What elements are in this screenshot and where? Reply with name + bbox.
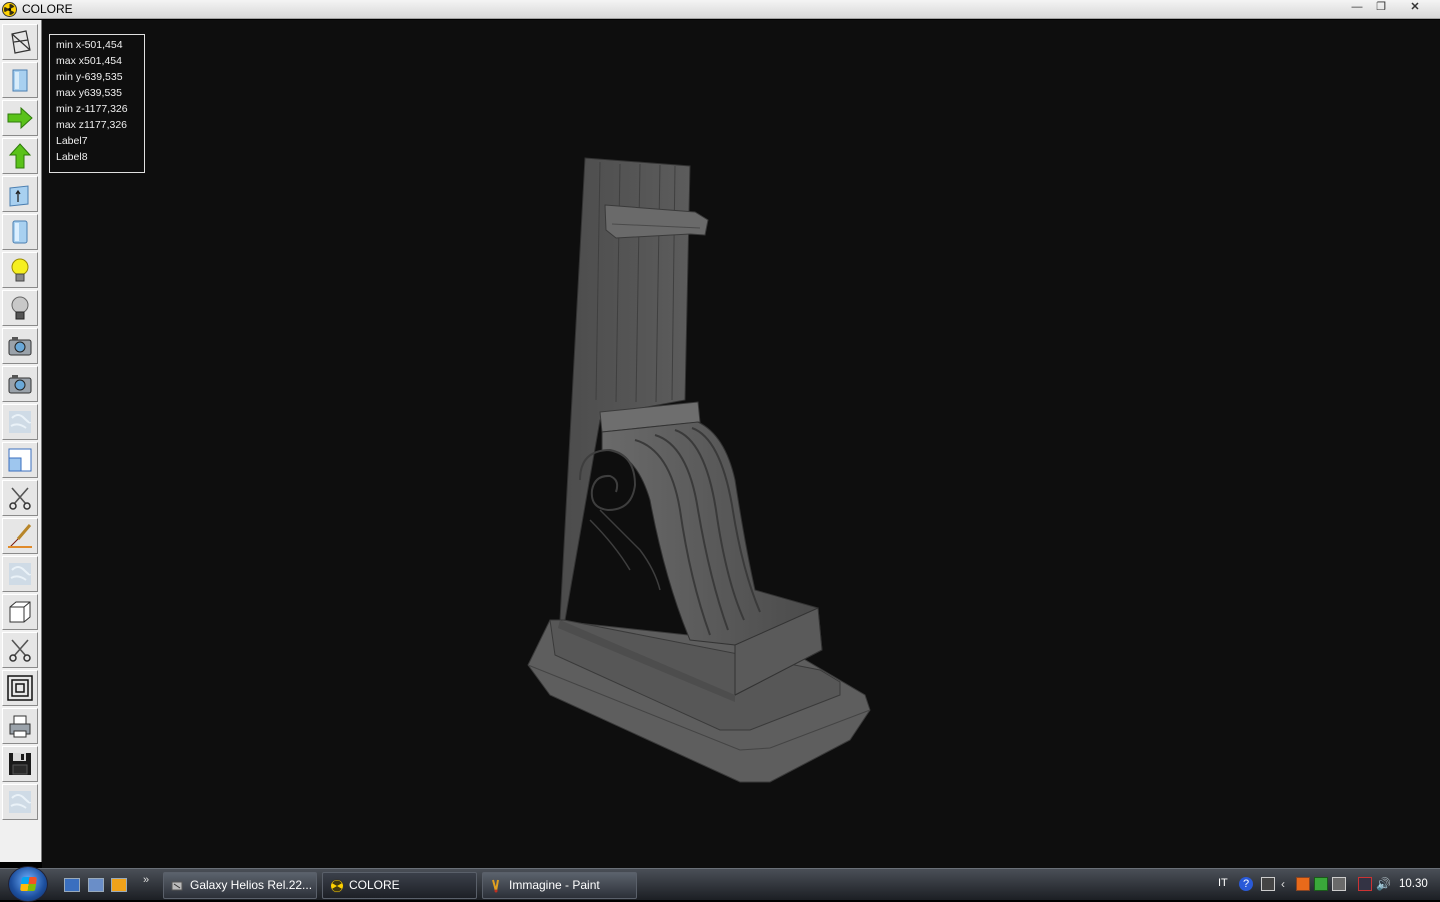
- camera-icon: [8, 375, 32, 394]
- clock[interactable]: 10.30: [1399, 878, 1428, 890]
- volume-icon[interactable]: 🔊: [1376, 877, 1391, 891]
- texture-icon: [9, 411, 31, 433]
- network-icon[interactable]: [1261, 877, 1275, 891]
- extrude-button[interactable]: [2, 176, 38, 212]
- lightbulb-off-icon: [11, 296, 29, 320]
- language-indicator[interactable]: IT: [1218, 877, 1228, 889]
- max-x-label: max x501,454: [56, 55, 122, 67]
- wireframe-icon: [11, 30, 31, 54]
- taskbar-item-label: Immagine - Paint: [509, 878, 600, 892]
- max-z-label: max z1177,326: [56, 119, 128, 131]
- start-button[interactable]: [8, 866, 48, 902]
- move-up-button[interactable]: [2, 138, 38, 174]
- texture-icon: [9, 563, 31, 585]
- bounds-info-box: min x-501,454 max x501,454 min y-639,535…: [49, 34, 145, 173]
- move-right-button[interactable]: [2, 100, 38, 136]
- quicklaunch-more-chevron[interactable]: »: [143, 874, 149, 886]
- texture-button[interactable]: [2, 404, 38, 440]
- label7: Label7: [56, 135, 88, 147]
- lightbulb-on-icon: [11, 258, 29, 282]
- max-y-label: max y639,535: [56, 87, 122, 99]
- security-tray-icon[interactable]: [1314, 877, 1328, 891]
- taskbar-item-label: Galaxy Helios Rel.22...: [190, 878, 313, 892]
- viewport-icon: [8, 448, 32, 472]
- floppy-disk-icon: [9, 753, 31, 775]
- switch-windows-icon[interactable]: [88, 878, 104, 892]
- system-tray: IT ? ‹ 🔊 10.30: [1212, 869, 1440, 901]
- paint-brush-button[interactable]: [2, 518, 38, 554]
- cube-button[interactable]: [2, 594, 38, 630]
- solid-box-button[interactable]: [2, 214, 38, 250]
- arrow-right-icon: [7, 106, 33, 130]
- media-player-icon[interactable]: [111, 878, 127, 892]
- min-x-label: min x-501,454: [56, 39, 123, 51]
- light-off-button[interactable]: [2, 290, 38, 326]
- window-title: COLORE: [22, 2, 73, 16]
- nested-frames-icon: [7, 675, 33, 701]
- texture-icon: [9, 791, 31, 813]
- printer-icon: [9, 715, 31, 738]
- camera-button[interactable]: [2, 328, 38, 364]
- scissors-icon: [9, 639, 31, 662]
- minimize-button[interactable]: —: [1346, 1, 1368, 15]
- solid-view-button[interactable]: [2, 62, 38, 98]
- arrow-up-icon: [8, 143, 32, 169]
- min-z-label: min z-1177,326: [56, 103, 128, 115]
- taskbar-item-label: COLORE: [349, 878, 400, 892]
- taskbar: » Galaxy Helios Rel.22... COLORE Immagin…: [0, 866, 1440, 902]
- wireframe-view-button[interactable]: [2, 24, 38, 60]
- left-toolbar: [0, 20, 42, 862]
- save-button[interactable]: [2, 746, 38, 782]
- radiation-icon: [330, 879, 344, 893]
- camera-icon: [8, 337, 32, 356]
- taskbar-item-colore[interactable]: COLORE: [322, 872, 477, 899]
- title-bar: COLORE — ❐ ✕: [0, 0, 1440, 19]
- scissors-icon: [9, 487, 31, 510]
- chevron-left-icon[interactable]: ‹: [1281, 877, 1295, 891]
- close-button[interactable]: ✕: [1404, 1, 1426, 15]
- taskbar-item-galaxy-helios[interactable]: Galaxy Helios Rel.22...: [163, 872, 317, 899]
- taskbar-item-paint[interactable]: Immagine - Paint: [482, 872, 637, 899]
- extrude-box-icon: [9, 185, 29, 207]
- solid-box-icon: [12, 69, 28, 92]
- shield-icon[interactable]: [1332, 877, 1346, 891]
- paint-app-icon: [492, 879, 499, 893]
- light-on-button[interactable]: [2, 252, 38, 288]
- app-tray-icon-orange[interactable]: [1296, 877, 1310, 891]
- min-y-label: min y-639,535: [56, 71, 123, 83]
- galaxy-app-icon: [171, 881, 183, 891]
- cut-button[interactable]: [2, 480, 38, 516]
- paint-brush-icon: [8, 524, 32, 548]
- 3d-model-corbel[interactable]: [520, 150, 890, 790]
- help-icon[interactable]: ?: [1239, 877, 1253, 891]
- cube-icon: [9, 601, 31, 623]
- print-button[interactable]: [2, 708, 38, 744]
- maximize-button[interactable]: ❐: [1370, 1, 1392, 15]
- camera-2-button[interactable]: [2, 366, 38, 402]
- label8: Label8: [56, 151, 88, 163]
- viewport-split-button[interactable]: [2, 442, 38, 478]
- network-disconnected-icon[interactable]: [1358, 877, 1372, 891]
- cylinder-icon: [12, 220, 28, 244]
- radiation-icon[interactable]: [2, 2, 17, 17]
- texture-2-button[interactable]: [2, 556, 38, 592]
- cut-2-button[interactable]: [2, 632, 38, 668]
- show-desktop-icon[interactable]: [64, 878, 80, 892]
- texture-3-button[interactable]: [2, 784, 38, 820]
- frames-button[interactable]: [2, 670, 38, 706]
